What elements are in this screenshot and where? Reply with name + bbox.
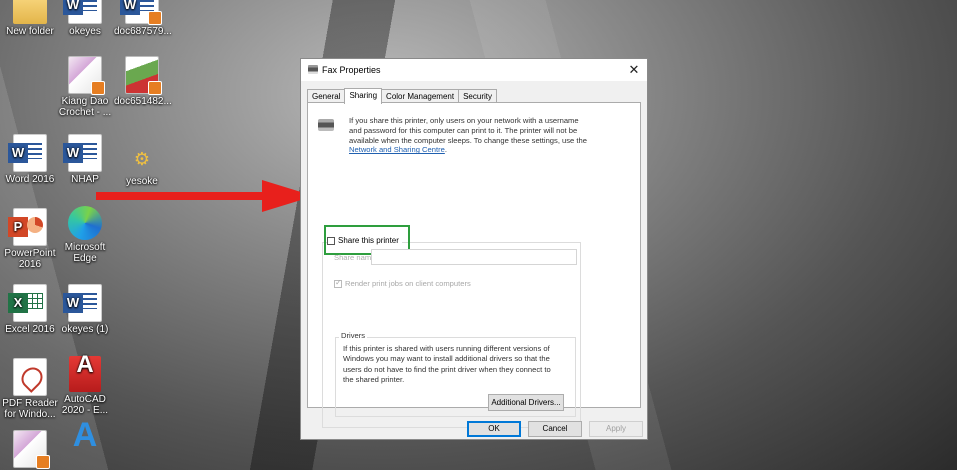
shared-printer-icon <box>318 119 334 131</box>
dialog-titlebar[interactable]: Fax Properties ✕ <box>301 59 647 81</box>
desktop-icon-pdf-reader[interactable]: PDF Reader for Windo... <box>2 358 58 420</box>
fax-properties-dialog: Fax Properties ✕ General Sharing Color M… <box>300 58 648 440</box>
share-name-input[interactable] <box>371 249 577 265</box>
folder-icon <box>13 0 47 24</box>
tab-general[interactable]: General <box>307 89 346 103</box>
image-file-icon <box>68 56 105 95</box>
dialog-title: Fax Properties <box>322 65 381 75</box>
desktop-icon-label: okeyes <box>69 26 101 37</box>
cancel-button[interactable]: Cancel <box>528 421 582 437</box>
desktop-icon-label: doc651482... <box>114 96 172 107</box>
desktop-icon-yesoke[interactable]: yesoke <box>114 148 170 187</box>
sharing-tab-panel: If you share this printer, only users on… <box>307 102 641 428</box>
printer-icon <box>308 65 318 74</box>
desktop-icon-okeyes[interactable]: okeyes <box>57 0 113 37</box>
word-document-icon <box>63 0 102 24</box>
desktop-icon-excel-2016[interactable]: Excel 2016 <box>2 284 58 335</box>
desktop-icon-autocad[interactable]: AutoCAD 2020 - E... <box>57 356 113 416</box>
desktop-icon-azure[interactable] <box>57 430 113 468</box>
desktop-icon-new-folder[interactable]: New folder <box>2 0 58 37</box>
desktop-icon-label: AutoCAD 2020 - E... <box>61 394 109 416</box>
desktop-icon-okeyes-1[interactable]: okeyes (1) <box>57 284 113 335</box>
drivers-description: If this printer is shared with users run… <box>343 344 551 385</box>
network-sharing-centre-link[interactable]: Network and Sharing Centre <box>349 145 445 154</box>
desktop-icon-doc651482[interactable]: doc651482... <box>114 56 172 107</box>
excel-app-icon <box>8 284 47 322</box>
desktop-icon-doc687579[interactable]: doc687579... <box>114 0 172 37</box>
annotation-arrow-shaft <box>96 192 268 200</box>
desktop-icon-label: okeyes (1) <box>61 324 109 335</box>
desktop-icon-label: Word 2016 <box>5 174 55 185</box>
desktop-icon-word-2016[interactable]: Word 2016 <box>2 134 58 185</box>
edge-browser-icon <box>68 206 102 240</box>
apply-button[interactable]: Apply <box>589 421 643 437</box>
powerpoint-app-icon <box>8 208 47 246</box>
settings-file-icon <box>132 154 152 174</box>
desktop-icon-microsoft-edge[interactable]: Microsoft Edge <box>57 206 113 264</box>
autocad-app-icon <box>69 356 101 392</box>
tab-sharing[interactable]: Sharing <box>344 88 383 104</box>
tab-strip: General Sharing Color Management Securit… <box>307 88 497 104</box>
desktop-icon-label: New folder <box>6 26 54 37</box>
tab-security[interactable]: Security <box>458 89 497 103</box>
word-document-icon <box>120 0 162 25</box>
desktop-icon-label: Microsoft Edge <box>64 242 106 264</box>
word-app-icon <box>8 134 47 172</box>
sharing-info-text: If you share this printer, only users on… <box>349 116 587 155</box>
word-document-icon <box>63 284 102 322</box>
pdf-reader-icon <box>13 358 47 396</box>
desktop-icon-label: Excel 2016 <box>5 324 55 335</box>
render-jobs-label: Render print jobs on client computers <box>345 279 471 288</box>
render-jobs-row[interactable]: Render print jobs on client computers <box>334 278 471 288</box>
desktop-icon-label: doc687579... <box>114 26 172 37</box>
word-document-icon <box>63 134 102 172</box>
additional-drivers-button[interactable]: Additional Drivers... <box>488 394 564 411</box>
desktop-icon-powerpoint-2016[interactable]: PowerPoint 2016 <box>2 208 58 270</box>
desktop-icon-kiang-dao[interactable]: Kiang Dao Crochet - ... <box>57 56 113 118</box>
desktop-icon-label: PowerPoint 2016 <box>4 248 56 270</box>
drivers-group-title: Drivers <box>339 331 368 340</box>
desktop-icon-label: PDF Reader for Windo... <box>2 398 58 420</box>
render-jobs-checkbox[interactable] <box>334 278 342 288</box>
image-file-icon <box>125 56 162 95</box>
close-button[interactable]: ✕ <box>621 59 647 81</box>
azure-app-icon <box>69 430 101 466</box>
image-file-icon <box>13 430 50 469</box>
tab-color-management[interactable]: Color Management <box>381 89 460 103</box>
desktop-icon-label: NHAP <box>71 174 99 185</box>
desktop-icon-nhap[interactable]: NHAP <box>57 134 113 185</box>
desktop-icon-label: yesoke <box>126 176 158 187</box>
ok-button[interactable]: OK <box>467 421 521 437</box>
desktop-icon-image-file[interactable] <box>2 430 58 470</box>
desktop-icon-label: Kiang Dao Crochet - ... <box>58 96 112 118</box>
